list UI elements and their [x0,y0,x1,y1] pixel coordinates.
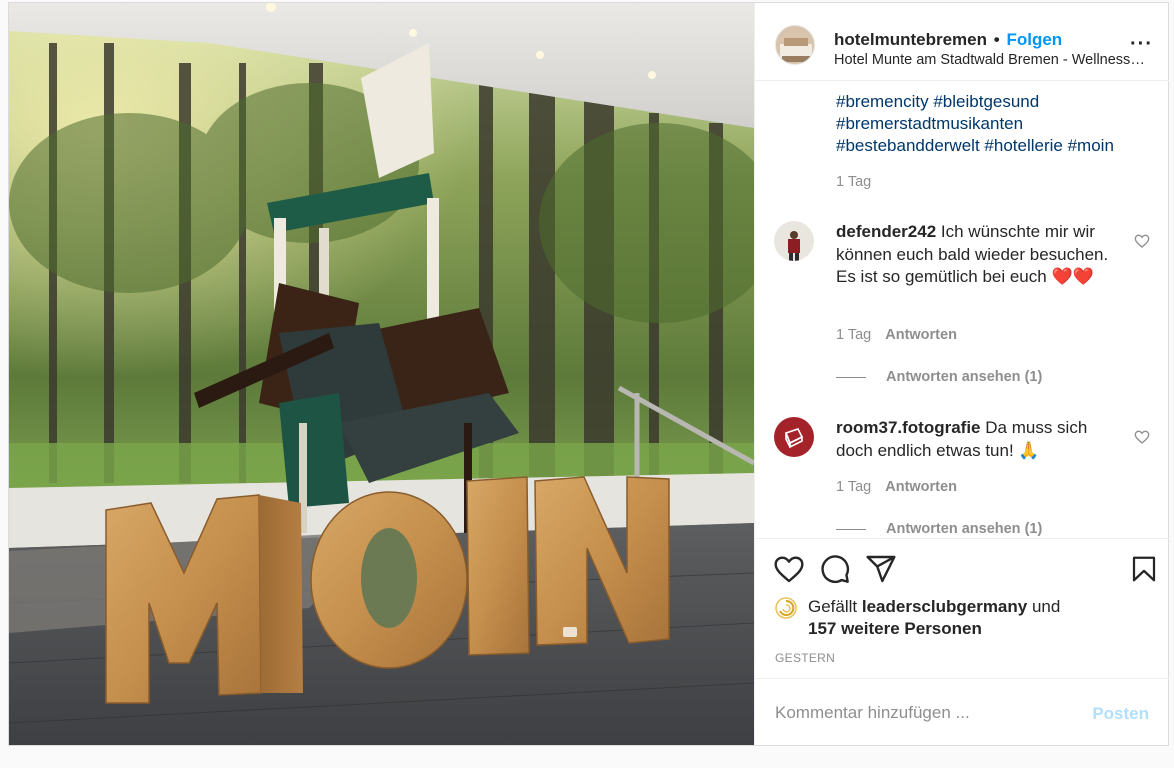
post-actions: Gefällt leadersclubgermany und 157 weite… [755,538,1169,678]
heart-icon[interactable] [773,553,805,585]
reply-button[interactable]: Antworten [885,479,957,495]
view-replies-label: Antworten ansehen (1) [886,369,1043,385]
comment-input[interactable] [775,701,1075,725]
post-photo[interactable] [9,3,754,745]
divider-line [836,528,866,530]
comment-meta: 1 Tag Antworten [836,327,957,343]
follow-button[interactable]: Folgen [1006,30,1062,49]
likes-summary: Gefällt leadersclubgermany und 157 weite… [808,596,1138,640]
hashtag-link[interactable]: #moin [1068,136,1114,155]
comment-username[interactable]: defender242 [836,222,936,241]
view-replies-button[interactable]: Antworten ansehen (1) [836,369,1042,385]
header-user-line: hotelmuntebremen • Folgen [834,30,1062,50]
hashtag-link[interactable]: #bremerstadtmusikanten [836,114,1023,133]
hashtag-link[interactable]: #bremencity [836,92,929,111]
caption-hashtags: #bremencity #bleibtgesund #bremerstadtmu… [836,91,1156,157]
hashtag-link[interactable]: #hotellerie [984,136,1062,155]
post-sidebar: hotelmuntebremen • Folgen Hotel Munte am… [754,3,1169,745]
header-separator: • [993,30,1000,49]
caption-timestamp: 1 Tag [836,174,872,190]
post-header: hotelmuntebremen • Folgen Hotel Munte am… [755,3,1169,81]
comment-like-heart-icon[interactable] [1134,429,1150,445]
comment-username[interactable]: room37.fotografie [836,418,981,437]
post-comment-button[interactable]: Posten [1092,704,1149,724]
location-link[interactable]: Hotel Munte am Stadtwald Bremen - Wellne… [834,52,1146,68]
view-replies-label: Antworten ansehen (1) [886,521,1043,537]
liker-avatar[interactable] [775,597,797,619]
likes-count-link[interactable]: 157 weitere Personen [808,619,982,638]
account-username[interactable]: hotelmuntebremen [834,30,987,49]
instagram-post: hotelmuntebremen • Folgen Hotel Munte am… [8,2,1169,746]
bookmark-icon[interactable] [1129,553,1159,585]
comment-icon[interactable] [819,553,851,585]
account-avatar[interactable] [775,25,815,65]
likes-and: und [1031,597,1061,616]
commenter-avatar[interactable] [774,417,814,457]
view-replies-button[interactable]: Antworten ansehen (1) [836,521,1042,537]
more-options-icon[interactable]: ··· [1130,34,1153,54]
liker-username[interactable]: leadersclubgermany [862,597,1027,616]
comment-meta: 1 Tag Antworten [836,479,957,495]
hashtag-link[interactable]: #bleibtgesund [933,92,1039,111]
add-comment-bar: Posten [755,678,1169,745]
likes-prefix: Gefällt [808,597,858,616]
commenter-avatar[interactable] [774,221,814,261]
comments-list[interactable]: #bremencity #bleibtgesund #bremerstadtmu… [755,82,1169,538]
comment-timestamp: 1 Tag [836,327,872,343]
divider-line [836,376,866,378]
comment-body: defender242 Ich wünschte mir wir können … [836,221,1126,289]
hashtag-link[interactable]: #bestebandderwelt [836,136,980,155]
share-icon[interactable] [865,553,897,585]
post-date[interactable]: GESTERN [775,651,835,665]
reply-button[interactable]: Antworten [885,327,957,343]
comment-like-heart-icon[interactable] [1134,233,1150,249]
comment-body: room37.fotografie Da muss sich doch endl… [836,417,1126,462]
comment-timestamp: 1 Tag [836,479,872,495]
